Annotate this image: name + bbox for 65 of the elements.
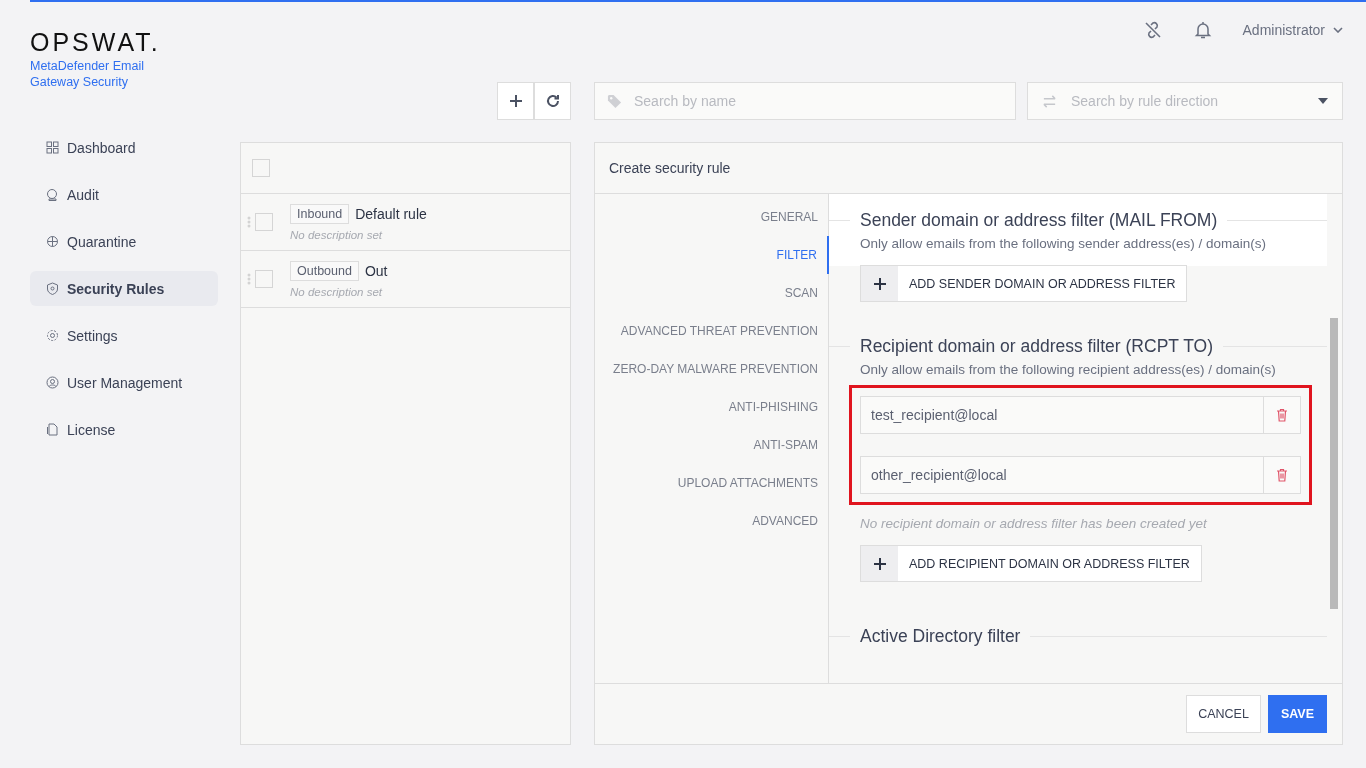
trash-icon xyxy=(1276,408,1288,422)
select-all-checkbox[interactable] xyxy=(252,159,270,177)
form-tab[interactable]: ZERO-DAY MALWARE PREVENTION xyxy=(595,350,828,388)
document-icon xyxy=(46,423,59,436)
section-description: Only allow emails from the following sender address(es) / domain(s) xyxy=(860,235,1267,253)
sidebar-item[interactable]: Audit xyxy=(30,177,218,212)
rule-description: No description set xyxy=(290,228,384,241)
gear-icon xyxy=(46,329,59,342)
plus-icon xyxy=(873,277,886,290)
cancel-button[interactable]: CANCEL xyxy=(1186,695,1261,733)
direction-tag: Inbound xyxy=(290,203,350,224)
row-checkbox[interactable] xyxy=(255,270,273,288)
direction-input[interactable]: Search by rule direction xyxy=(1069,92,1306,110)
logo: OPSWAT. xyxy=(30,28,162,56)
rule-name[interactable]: Out xyxy=(364,262,388,279)
section-title: Recipient domain or address filter (RCPT TO) xyxy=(860,336,1214,357)
add-filter-button[interactable]: ADD SENDER DOMAIN OR ADDRESS FILTER xyxy=(860,265,1188,302)
sidebar-item[interactable]: License xyxy=(30,412,218,447)
section-description: Only allow emails from the following recipient address(es) / domain(s) xyxy=(860,361,1277,379)
bell-icon[interactable] xyxy=(1192,20,1213,40)
user-menu[interactable]: Administrator xyxy=(1242,22,1325,38)
swap-arrows-icon xyxy=(1042,93,1057,109)
empty-note: No recipient domain or address filter has been created yet xyxy=(860,516,1208,531)
form-tab[interactable]: GENERAL xyxy=(595,198,828,236)
rule-name[interactable]: Default rule xyxy=(355,205,427,222)
section-title: Active Directory filter xyxy=(860,626,1021,647)
search-input[interactable]: Search by name xyxy=(632,92,1003,110)
plus-icon xyxy=(873,557,886,570)
direction-dropdown[interactable]: Search by rule direction xyxy=(1027,82,1343,120)
form-tab[interactable]: ANTI-SPAM xyxy=(595,426,828,464)
drag-handle-icon[interactable] xyxy=(247,215,251,229)
row-checkbox[interactable] xyxy=(255,213,273,231)
search-field[interactable]: Search by name xyxy=(594,82,1016,120)
sidebar-item[interactable]: User Management xyxy=(30,365,218,400)
sidebar-item[interactable]: Security Rules xyxy=(30,271,218,306)
form-tab[interactable]: SCAN xyxy=(595,274,828,312)
sidebar-item[interactable]: Dashboard xyxy=(30,130,218,165)
broken-link-icon[interactable] xyxy=(1142,20,1163,40)
form-tab[interactable]: UPLOAD ATTACHMENTS xyxy=(595,464,828,502)
form-tab[interactable]: ADVANCED xyxy=(595,502,828,540)
caret-icon[interactable] xyxy=(1333,27,1343,33)
rule-description: No description set xyxy=(290,285,384,298)
sidebar-item[interactable]: Quarantine xyxy=(30,224,218,259)
form-tab[interactable]: ANTI-PHISHING xyxy=(595,388,828,426)
form-tab[interactable]: ADVANCED THREAT PREVENTION xyxy=(595,312,828,350)
product-name: MetaDefender Email Gateway Security xyxy=(30,58,145,90)
add-filter-button[interactable]: ADD RECIPIENT DOMAIN OR ADDRESS FILTER xyxy=(860,545,1202,582)
grid-icon xyxy=(46,141,59,154)
globe-icon xyxy=(46,235,59,248)
drag-handle-icon[interactable] xyxy=(247,272,251,286)
trash-icon xyxy=(1276,468,1288,482)
tag-icon xyxy=(607,93,622,109)
plus-icon xyxy=(508,94,523,108)
add-button[interactable] xyxy=(497,82,534,120)
user-icon xyxy=(46,376,59,389)
save-button[interactable]: SAVE xyxy=(1267,695,1327,733)
refresh-button[interactable] xyxy=(534,82,571,120)
refresh-icon xyxy=(545,94,560,108)
sidebar-item[interactable]: Settings xyxy=(30,318,218,353)
scrollbar-thumb[interactable] xyxy=(1330,318,1338,609)
audit-icon xyxy=(46,188,59,201)
caret-icon xyxy=(1318,98,1328,104)
shield-icon xyxy=(46,282,59,295)
section-title: Sender domain or address filter (MAIL FROM) xyxy=(860,210,1218,231)
direction-tag: Outbound xyxy=(290,260,359,281)
